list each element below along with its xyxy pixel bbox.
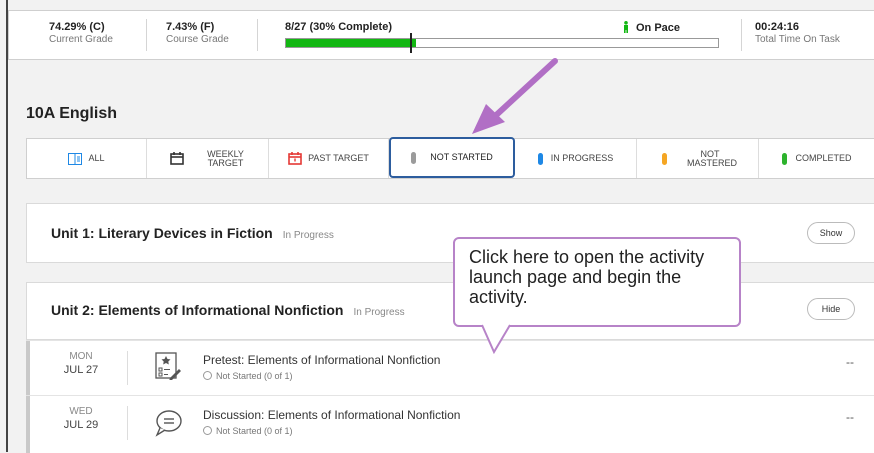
progress-bar	[285, 33, 719, 53]
target-marker	[410, 33, 412, 53]
filter-tab-past-target[interactable]: PAST TARGET	[269, 139, 389, 178]
activity-row[interactable]: WED JUL 29 Discussion: Elements of Infor…	[26, 395, 874, 453]
time-label: Total Time On Task	[755, 34, 840, 45]
course-title: 10A English	[26, 105, 117, 122]
activity-status: Not Started (0 of 1)	[203, 426, 293, 436]
unit-status: In Progress	[282, 230, 334, 241]
pace-indicator: On Pace	[622, 21, 680, 34]
filter-label: PAST TARGET	[308, 153, 369, 163]
progress-bar-fill	[286, 39, 416, 47]
hide-button[interactable]: Hide	[807, 298, 855, 320]
filter-tab-not-started[interactable]: NOT STARTED	[389, 137, 515, 178]
green-pill-icon	[782, 152, 788, 165]
filter-tab-completed[interactable]: COMPLETED	[759, 139, 874, 178]
target-date: WED JUL 29	[46, 406, 116, 431]
divider	[741, 19, 742, 51]
unit-card: Unit 1: Literary Devices in Fiction In Pr…	[26, 203, 874, 263]
divider	[127, 351, 128, 385]
filter-tab-weekly-target[interactable]: WEEKLY TARGET	[147, 139, 269, 178]
person-icon	[624, 21, 628, 33]
blue-pill-icon	[537, 152, 543, 165]
target-date: MON JUL 27	[46, 351, 116, 376]
filter-tab-not-mastered[interactable]: NOT MASTERED	[637, 139, 759, 178]
gray-pill-icon	[411, 151, 417, 164]
row-accent	[26, 396, 30, 453]
divider	[257, 19, 258, 51]
activity-title-link[interactable]: Pretest: Elements of Informational Nonfi…	[203, 353, 440, 367]
list-icon	[68, 152, 83, 165]
divider	[127, 406, 128, 440]
day-of-week: WED	[69, 406, 93, 417]
filter-label: NOT STARTED	[430, 152, 493, 162]
chat-icon	[155, 410, 182, 437]
unit-title: Unit 2: Elements of Informational Nonfic…	[51, 302, 405, 318]
activity-score: --	[846, 355, 854, 369]
filter-label: ALL	[88, 153, 105, 163]
show-button[interactable]: Show	[807, 222, 855, 244]
current-grade-label: Current Grade	[49, 34, 113, 45]
calendar-alert-icon	[288, 152, 302, 165]
activity-filter-tabs: ALL WEEKLY TARGET PAST TARGET NOT STARTE…	[26, 137, 874, 179]
quiz-icon	[155, 352, 181, 380]
current-grade-value: 74.29% (C)	[49, 21, 105, 33]
progress-summary-bar: 74.29% (C) Current Grade 7.43% (F) Cours…	[8, 10, 874, 60]
instruction-callout: Click here to open the activity launch p…	[453, 237, 741, 327]
activity-status: Not Started (0 of 1)	[203, 371, 293, 381]
divider	[146, 19, 147, 51]
day-of-week: MON	[69, 351, 93, 362]
status-circle-icon	[203, 426, 212, 435]
calendar-icon	[169, 152, 184, 165]
status-circle-icon	[203, 371, 212, 380]
status-text: Not Started (0 of 1)	[216, 371, 293, 381]
pace-text: On Pace	[636, 22, 681, 34]
filter-label: NOT MASTERED	[687, 148, 738, 168]
date-text: JUL 29	[63, 419, 99, 431]
orange-pill-icon	[662, 152, 667, 165]
time-on-task: 00:24:16 Total Time On Task	[755, 21, 840, 45]
activity-title-link[interactable]: Discussion: Elements of Informational No…	[203, 408, 460, 422]
course-grade: 7.43% (F) Course Grade	[166, 21, 229, 45]
unit-card: Unit 2: Elements of Informational Nonfic…	[26, 282, 874, 340]
callout-pointer-icon	[481, 324, 511, 354]
unit-status: In Progress	[353, 307, 405, 318]
unit-name: Unit 1: Literary Devices in Fiction	[51, 225, 273, 241]
row-accent	[26, 341, 30, 395]
unit-name: Unit 2: Elements of Informational Nonfic…	[51, 302, 344, 318]
time-value: 00:24:16	[755, 21, 800, 33]
date-text: JUL 27	[63, 364, 99, 376]
course-grade-label: Course Grade	[166, 34, 229, 45]
filter-tab-all[interactable]: ALL	[27, 139, 147, 178]
unit-title: Unit 1: Literary Devices in Fiction In Pr…	[51, 225, 334, 241]
activity-row[interactable]: MON JUL 27 Pretest: Elements of Informat…	[26, 340, 874, 395]
filter-tab-in-progress[interactable]: IN PROGRESS	[515, 139, 637, 178]
status-text: Not Started (0 of 1)	[216, 426, 293, 436]
current-grade: 74.29% (C) Current Grade	[49, 21, 113, 45]
filter-label: WEEKLY TARGET	[207, 148, 244, 168]
filter-label: COMPLETED	[795, 153, 852, 163]
activity-score: --	[846, 410, 854, 424]
course-grade-value: 7.43% (F)	[166, 21, 215, 33]
filter-label: IN PROGRESS	[550, 153, 614, 163]
